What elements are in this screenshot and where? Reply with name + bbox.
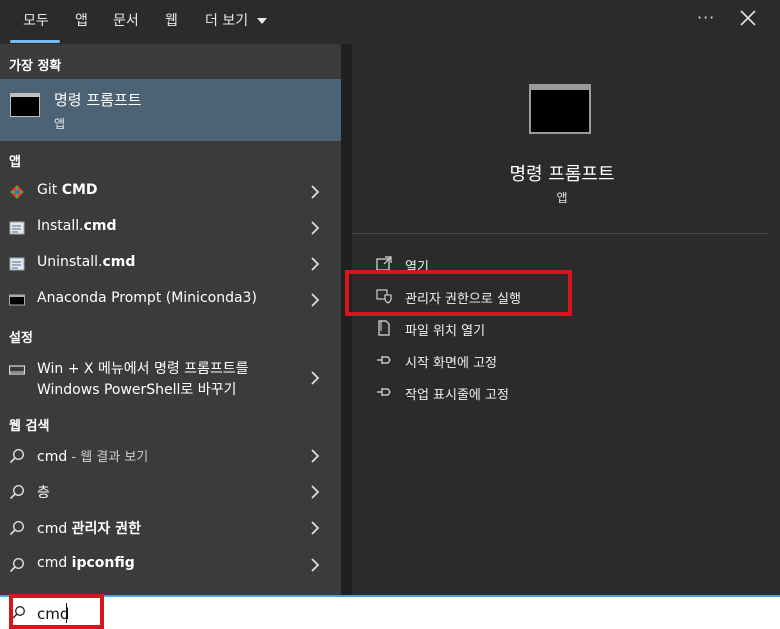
chevron-right-icon[interactable] [309, 185, 321, 199]
best-match-item[interactable]: 명령 프롬프트 앱 [0, 79, 341, 141]
chevron-right-icon[interactable] [309, 485, 321, 499]
highlight-run-as-admin [345, 270, 572, 316]
script-icon [9, 257, 25, 271]
tab-web[interactable]: 웹 [165, 10, 178, 30]
chevron-right-icon[interactable] [309, 371, 321, 385]
web-result-label: 층 [37, 485, 50, 501]
web-result-label: cmd - 웹 결과 보기 [37, 449, 149, 465]
filter-tab-bar: 모두 앱 문서 웹 더 보기 ··· [0, 0, 780, 44]
action-label: 파일 위치 열기 [405, 324, 486, 339]
command-prompt-icon [10, 93, 40, 117]
app-result-label: Uninstall.cmd [37, 254, 136, 270]
app-result-uninstall-cmd[interactable]: Uninstall.cmd [0, 246, 341, 282]
display-icon [9, 365, 25, 375]
git-icon [9, 184, 25, 200]
web-result[interactable]: cmd - 웹 결과 보기 [0, 438, 341, 474]
action-open-file-location[interactable]: 파일 위치 열기 [352, 313, 768, 343]
web-result[interactable]: cmd 관리자 권한 [0, 510, 341, 546]
more-options-button[interactable]: ··· [697, 8, 715, 27]
preview-divider [352, 233, 768, 234]
search-icon [9, 520, 25, 536]
app-result-anaconda-prompt[interactable]: Anaconda Prompt (Miniconda3) [0, 282, 341, 318]
file-location-icon [378, 320, 390, 336]
preview-subtitle: 앱 [556, 191, 568, 205]
best-match-subtitle: 앱 [54, 117, 66, 131]
app-result-label: Install.cmd [37, 218, 117, 234]
tab-more-label: 더 보기 [205, 13, 249, 29]
chevron-right-icon[interactable] [309, 521, 321, 535]
tab-more[interactable]: 더 보기 [205, 10, 267, 30]
pin-icon [377, 388, 391, 396]
web-search-heading: 웹 검색 [9, 419, 50, 434]
terminal-icon [9, 294, 25, 306]
setting-label-line2: Windows PowerShell로 바꾸기 [37, 382, 237, 398]
search-bar[interactable]: cmd [0, 595, 780, 629]
apps-heading: 앱 [9, 155, 21, 170]
preview-title: 명령 프롬프트 [509, 164, 615, 185]
action-pin-to-start[interactable]: 시작 화면에 고정 [352, 345, 768, 375]
app-result-label: Anaconda Prompt (Miniconda3) [37, 290, 257, 306]
search-icon [9, 484, 25, 500]
tab-documents[interactable]: 문서 [113, 10, 139, 30]
action-pin-to-taskbar[interactable]: 작업 표시줄에 고정 [352, 377, 768, 407]
highlight-search-input [9, 594, 104, 629]
setting-result[interactable]: Win + X 메뉴에서 명령 프롬프트를 Windows PowerShell… [0, 352, 341, 404]
chevron-right-icon[interactable] [309, 449, 321, 463]
app-result-git-cmd[interactable]: Git CMD [0, 174, 341, 210]
action-label: 시작 화면에 고정 [405, 356, 497, 371]
app-result-label: Git CMD [37, 182, 98, 198]
best-match-heading: 가장 정확 [9, 59, 62, 74]
chevron-right-icon[interactable] [309, 221, 321, 235]
chevron-right-icon[interactable] [309, 257, 321, 271]
close-icon[interactable] [738, 8, 758, 28]
chevron-down-icon [256, 17, 267, 24]
web-result-label: cmd 관리자 권한 [37, 521, 141, 537]
active-tab-indicator [10, 40, 60, 43]
setting-label-line1: Win + X 메뉴에서 명령 프롬프트를 [37, 361, 249, 377]
web-result-label: cmd ipconfig [37, 555, 135, 571]
pin-icon [377, 356, 391, 364]
command-prompt-large-icon [529, 84, 591, 134]
tab-all[interactable]: 모두 [23, 10, 49, 30]
settings-heading: 설정 [9, 331, 33, 346]
web-result[interactable]: cmd ipconfig [0, 547, 341, 583]
chevron-right-icon[interactable] [309, 293, 321, 307]
app-result-install-cmd[interactable]: Install.cmd [0, 210, 341, 246]
search-icon [9, 557, 25, 573]
chevron-right-icon[interactable] [309, 558, 321, 572]
script-icon [9, 221, 25, 235]
best-match-title: 명령 프롬프트 [54, 91, 142, 109]
web-result[interactable]: 층 [0, 474, 341, 510]
action-label: 작업 표시줄에 고정 [405, 388, 509, 403]
search-icon [9, 448, 25, 464]
tab-apps[interactable]: 앱 [75, 10, 88, 30]
